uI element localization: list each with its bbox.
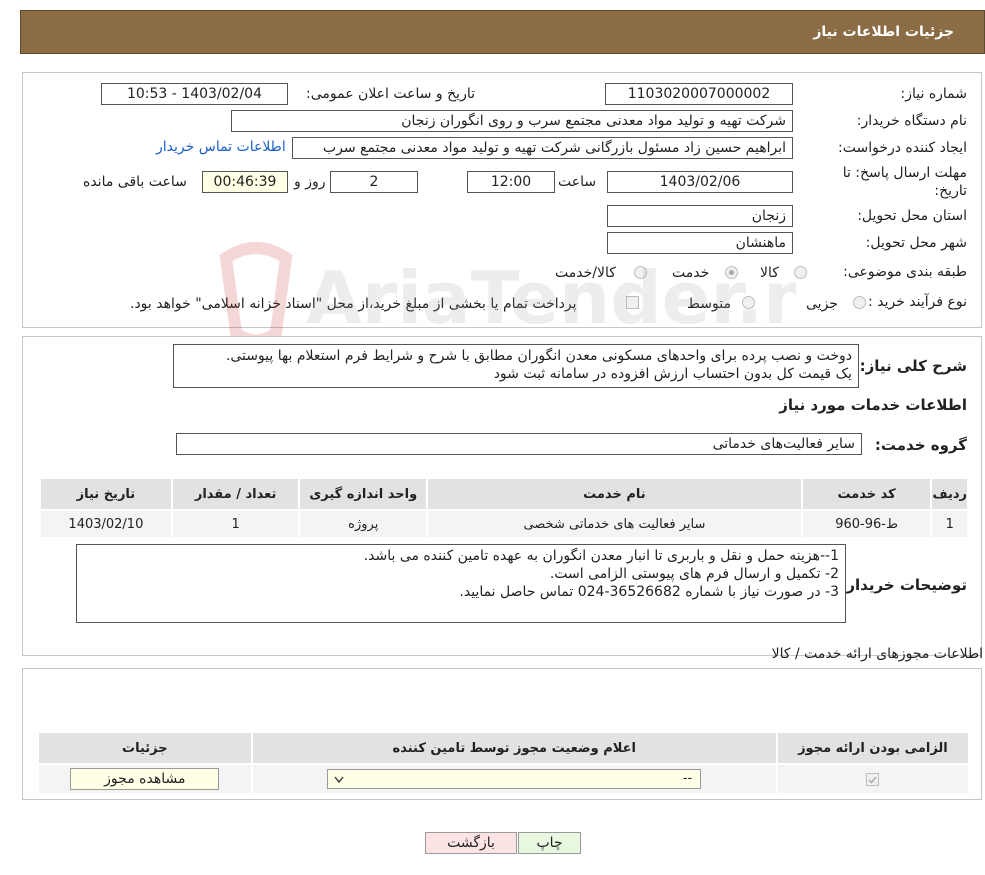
service-group-label: گروه خدمت: (874, 436, 967, 454)
announce-datetime-field: 1403/02/04 - 10:53 (101, 83, 288, 105)
remaining-time-field: 00:46:39 (202, 171, 288, 193)
category-option-both-label: کالا/خدمت (555, 265, 616, 281)
creator-label: ایجاد کننده درخواست: (838, 140, 967, 156)
summary-label: شرح کلی نیاز: (859, 357, 967, 375)
buyer-org-field: شرکت تهیه و تولید مواد معدنی مجتمع سرب و… (231, 110, 793, 132)
license-status-select[interactable]: -- (327, 769, 702, 789)
col-service-code: کد خدمت (800, 477, 933, 511)
buyer-note-line-2: 2- تکمیل و ارسال فرم های پیوستی الزامی ا… (549, 566, 839, 582)
buyer-notes-textarea: 1--هزینه حمل و نقل و باربری تا انبار معد… (76, 544, 846, 623)
chevron-down-icon (334, 776, 344, 784)
treasury-payment-checkbox[interactable] (626, 296, 639, 309)
col-need-date: تاریخ نیاز (39, 477, 173, 511)
days-remaining-field: 2 (330, 171, 418, 193)
col-license-details: جزئیات (37, 731, 253, 765)
remaining-time-label: ساعت باقی مانده (83, 174, 187, 190)
buyer-org-label: نام دستگاه خریدار: (856, 113, 967, 129)
table-row: -- مشاهده مجوز (37, 763, 971, 795)
deadline-date-field: 1403/02/06 (607, 171, 793, 193)
deadline-label: مهلت ارسال پاسخ: تا تاریخ: (842, 165, 967, 199)
col-license-required: الزامی بودن ارائه مجوز (775, 731, 971, 765)
services-section-title: اطلاعات خدمات مورد نیاز (779, 396, 967, 414)
col-service-name: نام خدمت (426, 477, 803, 511)
licenses-section-title: اطلاعات مجوزهای ارائه خدمت / کالا (771, 646, 983, 662)
need-number-label: شماره نیاز: (900, 86, 968, 102)
services-table: ردیف کد خدمت نام خدمت واحد اندازه گیری ت… (39, 477, 969, 539)
license-status-value: -- (682, 771, 693, 786)
col-license-status: اعلام وضعیت مجوز توسط تامین کننده (250, 731, 778, 765)
buyer-contact-link[interactable]: اطلاعات تماس خریدار (156, 139, 286, 155)
check-icon (868, 775, 878, 784)
view-license-button[interactable]: مشاهده مجوز (70, 768, 220, 790)
col-unit: واحد اندازه گیری (298, 477, 429, 511)
treasury-payment-note: پرداخت تمام یا بخشی از مبلغ خرید،از محل … (130, 296, 577, 312)
cell-need-date: 1403/02/10 (39, 509, 173, 539)
service-group-field: سایر فعالیت‌های خدماتی (176, 433, 862, 455)
page-header: جزئیات اطلاعات نیاز (20, 10, 985, 54)
need-number-field: 1103020007000002 (605, 83, 793, 105)
summary-textarea: دوخت و نصب پرده برای واحدهای مسکونی معدن… (173, 344, 859, 388)
deadline-time-label: ساعت (558, 174, 597, 190)
creator-field: ابراهیم حسین زاد مسئول بازرگانی شرکت تهی… (292, 137, 793, 159)
category-service-radio[interactable] (725, 266, 738, 279)
cell-unit: پروژه (298, 509, 429, 539)
cell-license-details: مشاهده مجوز (37, 763, 253, 795)
summary-line-2: یک قیمت کل بدون احتساب ارزش افزوده در سا… (493, 366, 852, 382)
summary-line-1: دوخت و نصب پرده برای واحدهای مسکونی معدن… (225, 348, 852, 364)
process-minor-radio[interactable] (853, 296, 866, 309)
category-goods-radio[interactable] (794, 266, 807, 279)
page-title: جزئیات اطلاعات نیاز (813, 24, 954, 40)
category-option-service-label: خدمت (672, 265, 710, 281)
announce-label: تاریخ و ساعت اعلان عمومی: (306, 86, 475, 102)
col-row-number: ردیف (930, 477, 969, 511)
process-medium-radio[interactable] (742, 296, 755, 309)
cell-service-code: ط-96-960 (800, 509, 933, 539)
back-button[interactable]: بازگشت (425, 832, 517, 854)
licenses-table: الزامی بودن ارائه مجوز اعلام وضعیت مجوز … (37, 731, 971, 795)
services-table-header: ردیف کد خدمت نام خدمت واحد اندازه گیری ت… (39, 477, 969, 511)
process-option-minor-label: جزیی (806, 296, 838, 312)
buyer-notes-label: توضیحات خریدار: (840, 576, 967, 594)
cell-quantity: 1 (170, 509, 301, 539)
licenses-table-header: الزامی بودن ارائه مجوز اعلام وضعیت مجوز … (37, 731, 971, 765)
city-field: ماهنشان (607, 232, 793, 254)
category-option-goods-label: کالا (760, 265, 779, 281)
buyer-note-line-3: 3- در صورت نیاز با شماره 36526682-024 تم… (459, 584, 839, 600)
table-row: 1 ط-96-960 سایر فعالیت های خدماتی شخصی پ… (39, 509, 969, 539)
deadline-time-field: 12:00 (467, 171, 555, 193)
days-label: روز و (294, 174, 326, 190)
cell-service-name: سایر فعالیت های خدماتی شخصی (426, 509, 803, 539)
process-option-medium-label: متوسط (687, 296, 731, 312)
category-label: طبقه بندی موضوعی: (843, 264, 967, 280)
buyer-note-line-1: 1--هزینه حمل و نقل و باربری تا انبار معد… (363, 548, 839, 564)
province-label: استان محل تحویل: (857, 208, 967, 224)
cell-row-number: 1 (930, 509, 969, 539)
category-both-radio[interactable] (634, 266, 647, 279)
city-label: شهر محل تحویل: (865, 235, 967, 251)
cell-license-required (775, 763, 971, 795)
license-required-checkbox (866, 772, 880, 786)
process-label: نوع فرآیند خرید : (868, 294, 967, 310)
cell-license-status: -- (250, 763, 778, 795)
province-field: زنجان (607, 205, 793, 227)
print-button[interactable]: چاپ (518, 832, 581, 854)
col-quantity: تعداد / مقدار (170, 477, 301, 511)
